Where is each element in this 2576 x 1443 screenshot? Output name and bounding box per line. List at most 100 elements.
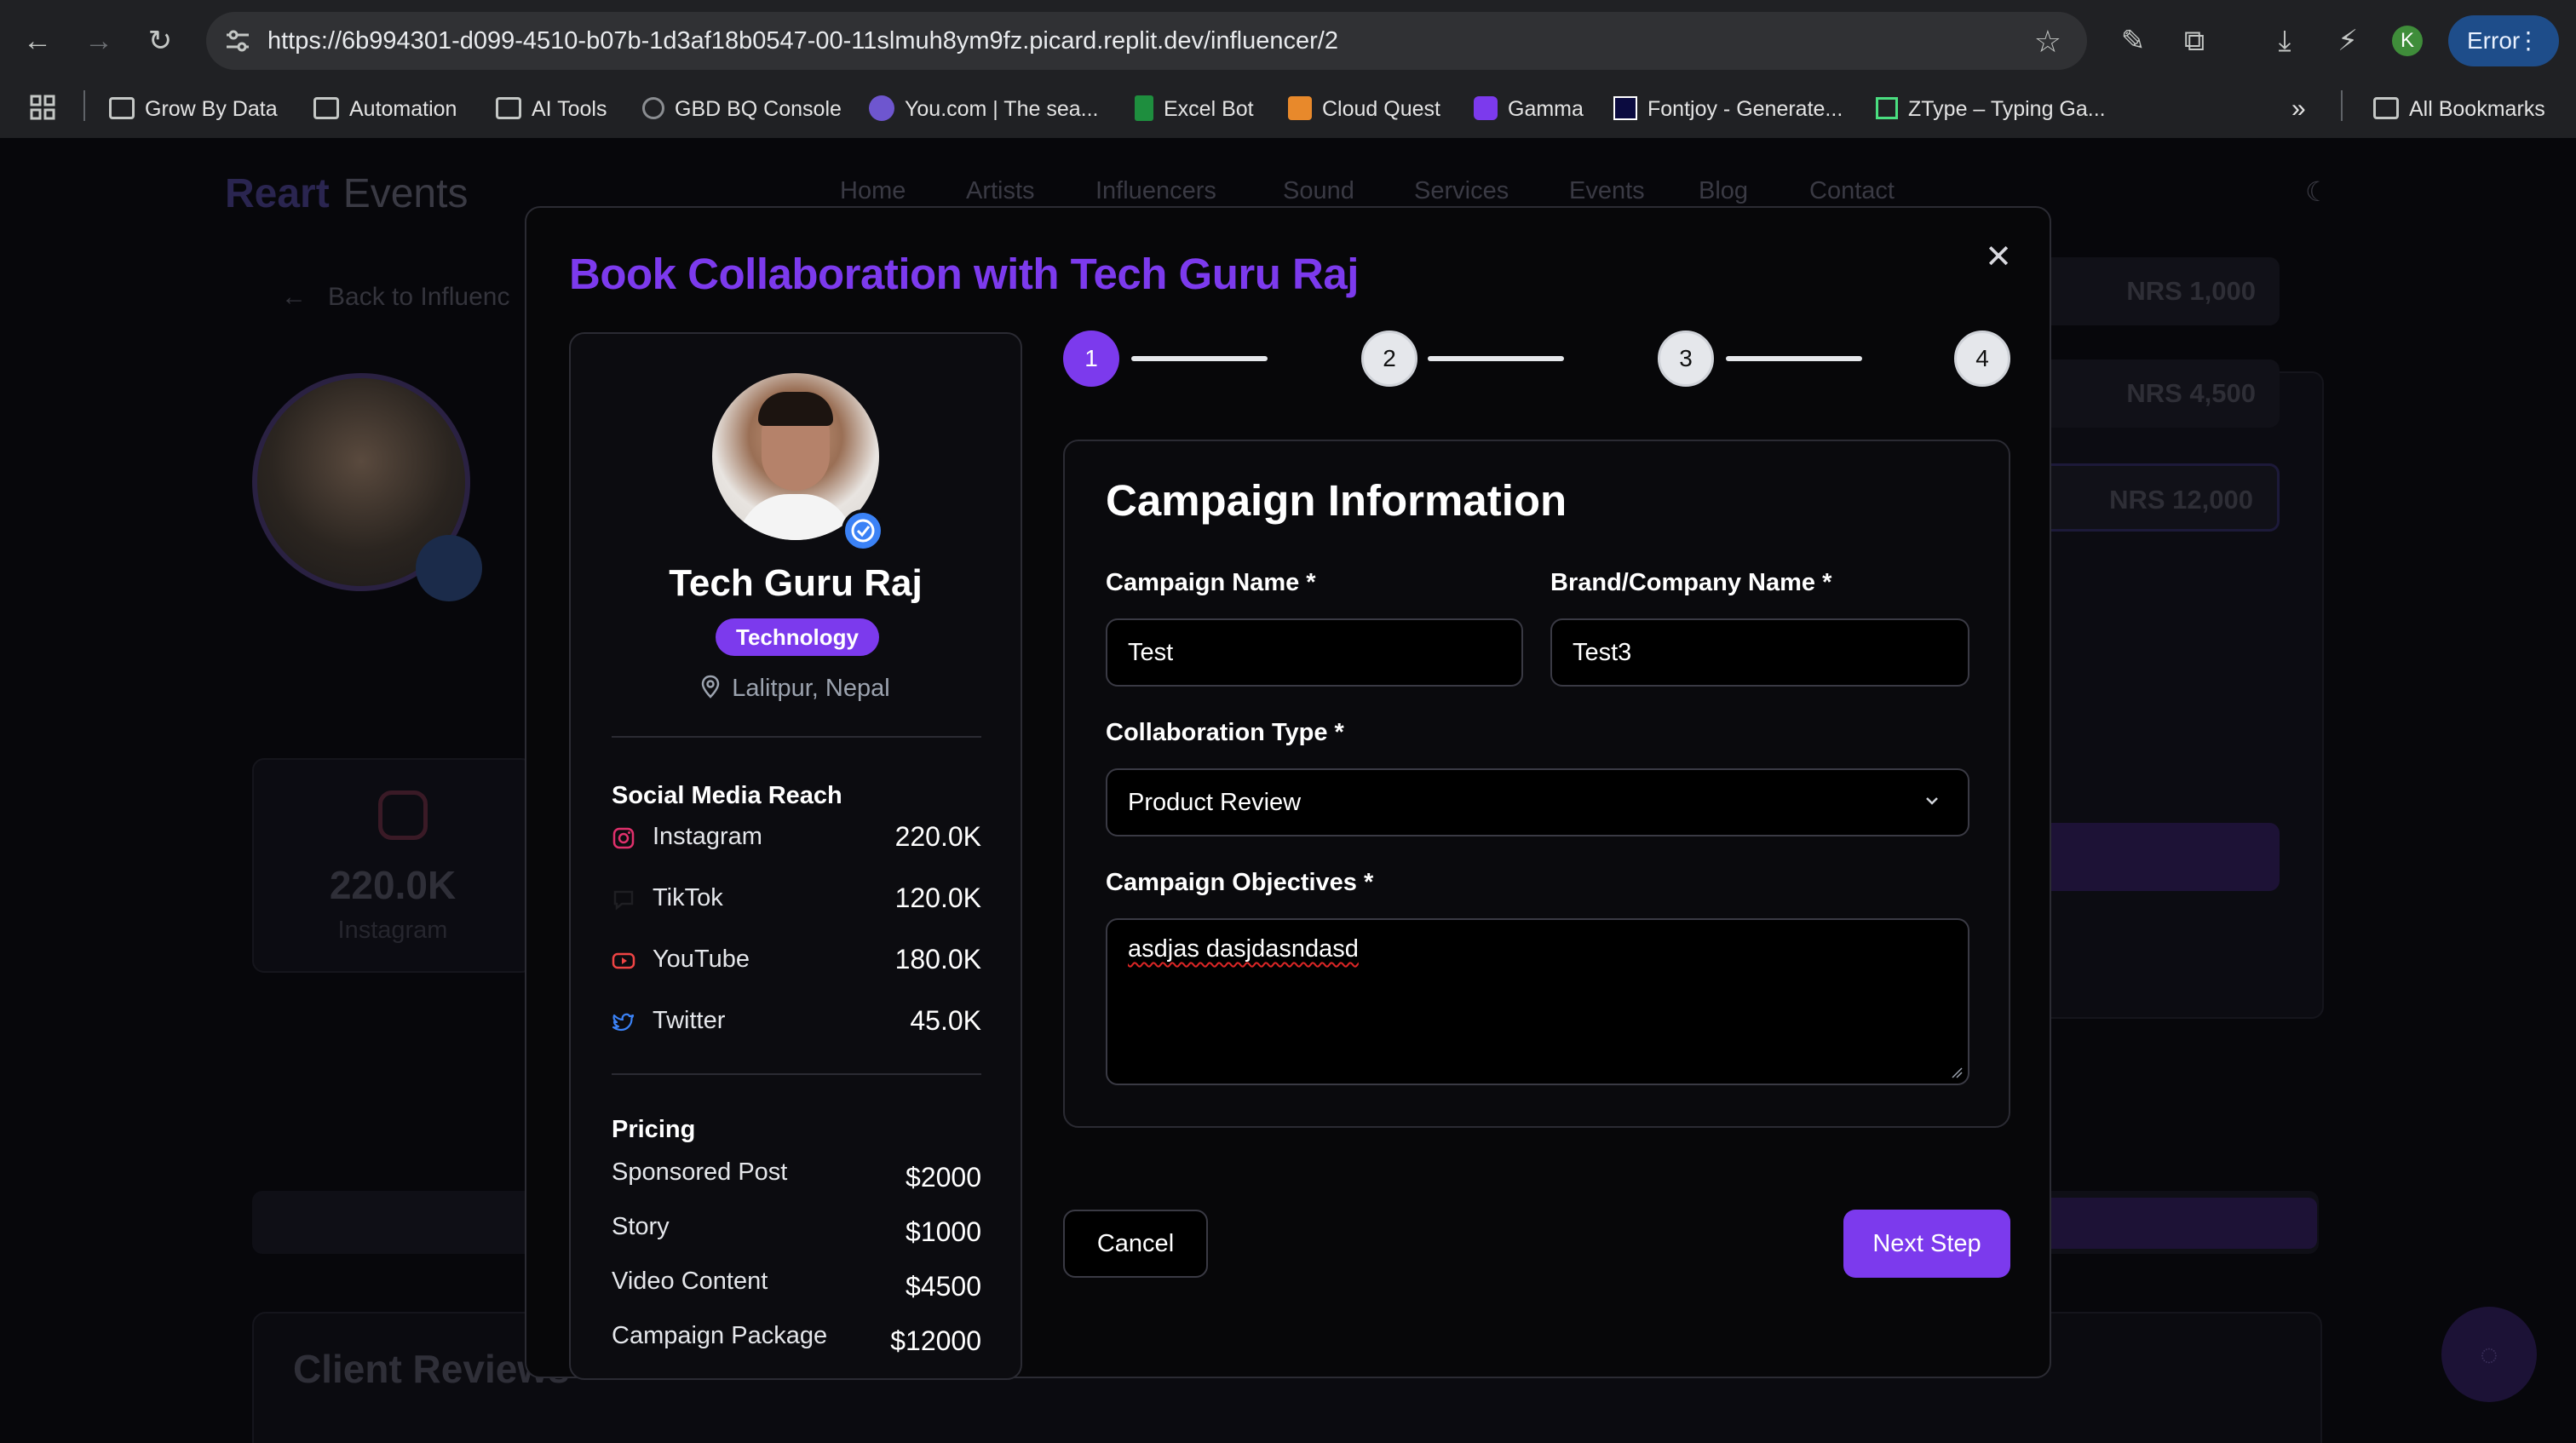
pricing-value: $2000 [906,1162,981,1193]
performance-icon[interactable]: ⚡ [2329,22,2366,60]
campaign-name-input[interactable]: Test [1106,618,1523,687]
bookmark-cloud-quest[interactable]: Cloud Quest [1288,94,1440,124]
nav-blog[interactable]: Blog [1699,177,1748,205]
step-4: 4 [1954,331,2010,387]
bookmark-excel-bot[interactable]: Excel Bot [1135,94,1254,124]
nav-artists[interactable]: Artists [966,177,1035,205]
error-button[interactable]: Error ⋮ [2448,15,2559,66]
cube-icon [1288,96,1312,121]
logo-sub: Events [342,171,469,216]
campaign-form: Campaign Information Campaign Name * Tes… [1063,440,2010,1128]
nav-events[interactable]: Events [1569,177,1645,205]
cancel-button[interactable]: Cancel [1063,1210,1208,1278]
site-logo[interactable]: Reart Events [225,170,468,217]
brand-name-input[interactable]: Test3 [1550,618,1969,687]
bookmark-gbd-bq-console[interactable]: GBD BQ Console [642,94,842,124]
campaign-objectives-textarea[interactable]: asdjas dasjdasndasd [1106,918,1969,1085]
influencer-name: Tech Guru Raj [669,562,923,604]
address-bar[interactable]: https://6b994301-d099-4510-b07b-1d3af18b… [206,12,2087,70]
forward-arrow-icon[interactable]: → [82,24,116,58]
bookmark-you-com[interactable]: You.com | The sea... [869,94,1098,124]
pricing-row: Sponsored Post $2000 [612,1153,981,1193]
campaign-objectives-label: Campaign Objectives * [1106,869,1374,896]
step-1: 1 [1063,331,1119,387]
nav-contact[interactable]: Contact [1809,177,1895,205]
moon-icon[interactable]: ☾ [2305,175,2336,207]
collaboration-type-select[interactable]: Product Review [1106,768,1969,836]
platform-label: Instagram [653,823,762,850]
bookmark-gamma[interactable]: Gamma [1474,94,1584,124]
bookmark-label: GBD BQ Console [675,97,842,121]
bookmark-label: Automation [349,97,457,121]
fontjoy-icon [1613,96,1637,121]
all-bookmarks[interactable]: All Bookmarks [2373,94,2545,124]
form-title: Campaign Information [1106,476,1567,525]
social-row-youtube: YouTube 180.0K [612,940,981,978]
eyedropper-icon[interactable]: ✎ [2114,22,2152,60]
bookmark-ztype[interactable]: ZType – Typing Ga... [1876,94,2106,124]
pricing-row: Story $1000 [612,1208,981,1247]
pricing-item: Sponsored Post [612,1158,788,1186]
collaboration-type-label: Collaboration Type * [1106,719,1344,746]
extensions-icon[interactable]: ⧉ [2176,22,2213,60]
bookmark-label: You.com | The sea... [905,97,1099,121]
bookmark-label: Fontjoy - Generate... [1647,97,1843,121]
chevron-down-icon [1926,797,1938,805]
influencer-profile-card: Tech Guru Raj Technology Lalitpur, Nepal… [569,332,1022,1380]
back-link-label: Back to Influenc [328,283,510,311]
more-bookmarks-chevron[interactable]: » [2291,94,2306,124]
step-connector [1428,356,1564,361]
site-settings-icon[interactable] [225,29,250,53]
nav-influencers[interactable]: Influencers [1095,177,1216,205]
brand-name-label: Brand/Company Name * [1550,569,1832,596]
folder-icon [313,97,339,120]
platform-value: 220.0K [894,821,981,852]
next-step-button[interactable]: Next Step [1843,1210,2010,1278]
bookmark-automation[interactable]: Automation [313,94,457,124]
reload-icon[interactable]: ↻ [143,24,177,58]
pricing-item: Story [612,1213,670,1240]
pricing-value: $4500 [906,1271,981,1302]
bookmark-fontjoy[interactable]: Fontjoy - Generate... [1613,94,1843,124]
objectives-text: asdjas dasjdasndasd [1128,935,1359,963]
chat-bubble-icon[interactable]: ◌ [2441,1307,2537,1402]
nav-sound[interactable]: Sound [1283,177,1354,205]
profile-avatar[interactable]: K [2392,26,2423,56]
back-to-influencers-link[interactable]: ← Back to Influenc [281,283,509,312]
kebab-menu-icon[interactable]: ⋮ [2516,15,2540,66]
back-arrow-icon[interactable]: ← [20,24,55,58]
bookmark-ai-tools[interactable]: AI Tools [496,94,607,124]
folder-icon [496,97,521,120]
apps-grid-icon[interactable] [29,94,56,124]
download-icon[interactable]: ⤓ [2266,22,2303,60]
folder-icon [109,97,135,120]
platform-label: TikTok [653,884,723,911]
modal-title: Book Collaboration with Tech Guru Raj [569,250,1359,298]
verified-check-icon [416,535,482,601]
close-icon[interactable]: ✕ [1981,240,2015,274]
stat-card: 220.0K Instagram [252,758,533,973]
location: Lalitpur, Nepal [571,675,1021,703]
pricing-item: Video Content [612,1268,768,1295]
instagram-icon [378,790,428,840]
url-text[interactable]: https://6b994301-d099-4510-b07b-1d3af18b… [267,12,1338,70]
folder-icon [2373,97,2399,120]
platform-value: 180.0K [894,944,981,974]
pricing-row: Campaign Package $12000 [612,1317,981,1356]
location-text: Lalitpur, Nepal [732,675,890,702]
bookmark-label: Cloud Quest [1322,97,1440,121]
stat-value: 220.0K [329,863,457,907]
nav-services[interactable]: Services [1414,177,1509,205]
bookmarks-divider [2341,90,2343,121]
browser-chrome: ← → ↻ https://6b994301-d099-4510-b07b-1d… [0,0,2576,138]
verified-check-icon [842,509,884,552]
bookmark-grow-by-data[interactable]: Grow By Data [109,94,278,124]
category-badge: Technology [716,618,879,656]
nav-home[interactable]: Home [840,177,906,205]
sheet-icon [1135,95,1153,122]
social-row-instagram: Instagram 220.0K [612,818,981,855]
resize-grip-icon[interactable] [1949,1065,1963,1078]
bookmark-star-icon[interactable]: ☆ [2034,24,2061,60]
step-connector [1726,356,1862,361]
instagram-icon [612,827,635,849]
